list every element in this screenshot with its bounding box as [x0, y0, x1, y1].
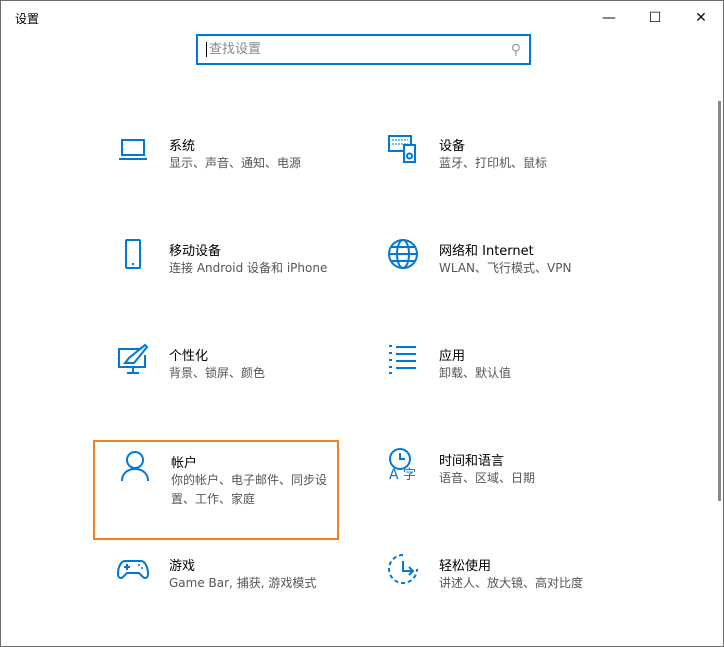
- close-button[interactable]: ✕: [678, 1, 724, 35]
- item-title: 个性化: [169, 349, 209, 364]
- settings-item-6[interactable]: 帐户 你的帐户、电子邮件、同步设置、工作、家庭: [93, 440, 339, 540]
- item-description: 讲述人、放大镜、高对比度: [439, 576, 584, 590]
- scrollbar[interactable]: [718, 101, 721, 501]
- devices-icon: [387, 133, 419, 165]
- globe-icon: [387, 238, 419, 270]
- settings-item-9[interactable]: 轻松使用 讲述人、放大镜、高对比度: [363, 545, 609, 645]
- settings-item-0[interactable]: 系统 显示、声音、通知、电源: [93, 125, 339, 225]
- item-title: 游戏: [169, 559, 196, 574]
- search-box[interactable]: ⚲: [196, 34, 531, 65]
- item-description: 连接 Android 设备和 iPhone: [169, 261, 328, 275]
- svg-text:字: 字: [403, 468, 416, 480]
- person-icon: [119, 450, 151, 482]
- laptop-icon: [117, 133, 149, 165]
- item-title: 应用: [439, 349, 466, 364]
- item-description: 蓝牙、打印机、鼠标: [439, 156, 548, 170]
- item-title: 轻松使用: [439, 559, 492, 574]
- item-description: 你的帐户、电子邮件、同步设置、工作、家庭: [171, 473, 328, 506]
- item-description: 显示、声音、通知、电源: [169, 156, 302, 170]
- svg-text:A: A: [389, 467, 399, 480]
- phone-icon: [117, 238, 149, 270]
- item-description: 语音、区域、日期: [439, 471, 536, 485]
- search-icon: ⚲: [510, 41, 521, 58]
- apps-list-icon: [387, 343, 419, 375]
- settings-item-4[interactable]: 个性化 背景、锁屏、颜色: [93, 335, 339, 435]
- item-title: 帐户: [171, 456, 198, 471]
- item-title: 系统: [169, 139, 196, 154]
- item-description: Game Bar, 捕获, 游戏模式: [169, 576, 317, 590]
- paint-icon: [117, 343, 149, 375]
- settings-item-8[interactable]: 游戏 Game Bar, 捕获, 游戏模式: [93, 545, 339, 645]
- item-title: 时间和语言: [439, 454, 505, 469]
- item-title: 网络和 Internet: [439, 244, 534, 259]
- accessibility-icon: [387, 553, 419, 585]
- settings-item-1[interactable]: 设备 蓝牙、打印机、鼠标: [363, 125, 609, 225]
- settings-item-7[interactable]: A字 时间和语言 语音、区域、日期: [363, 440, 609, 540]
- item-description: WLAN、飞行模式、VPN: [439, 261, 572, 275]
- item-title: 移动设备: [169, 244, 222, 259]
- window-title: 设置: [15, 12, 40, 26]
- gamepad-icon: [116, 553, 150, 585]
- settings-item-3[interactable]: 网络和 Internet WLAN、飞行模式、VPN: [363, 230, 609, 330]
- settings-item-5[interactable]: 应用 卸载、默认值: [363, 335, 609, 435]
- item-description: 卸载、默认值: [439, 366, 512, 380]
- time-language-icon: A字: [387, 448, 419, 483]
- search-input[interactable]: [206, 42, 511, 57]
- item-title: 设备: [439, 139, 466, 154]
- settings-item-2[interactable]: 移动设备 连接 Android 设备和 iPhone: [93, 230, 339, 330]
- minimize-button[interactable]: —: [586, 1, 632, 35]
- maximize-button[interactable]: ☐: [632, 1, 678, 35]
- item-description: 背景、锁屏、颜色: [169, 366, 266, 380]
